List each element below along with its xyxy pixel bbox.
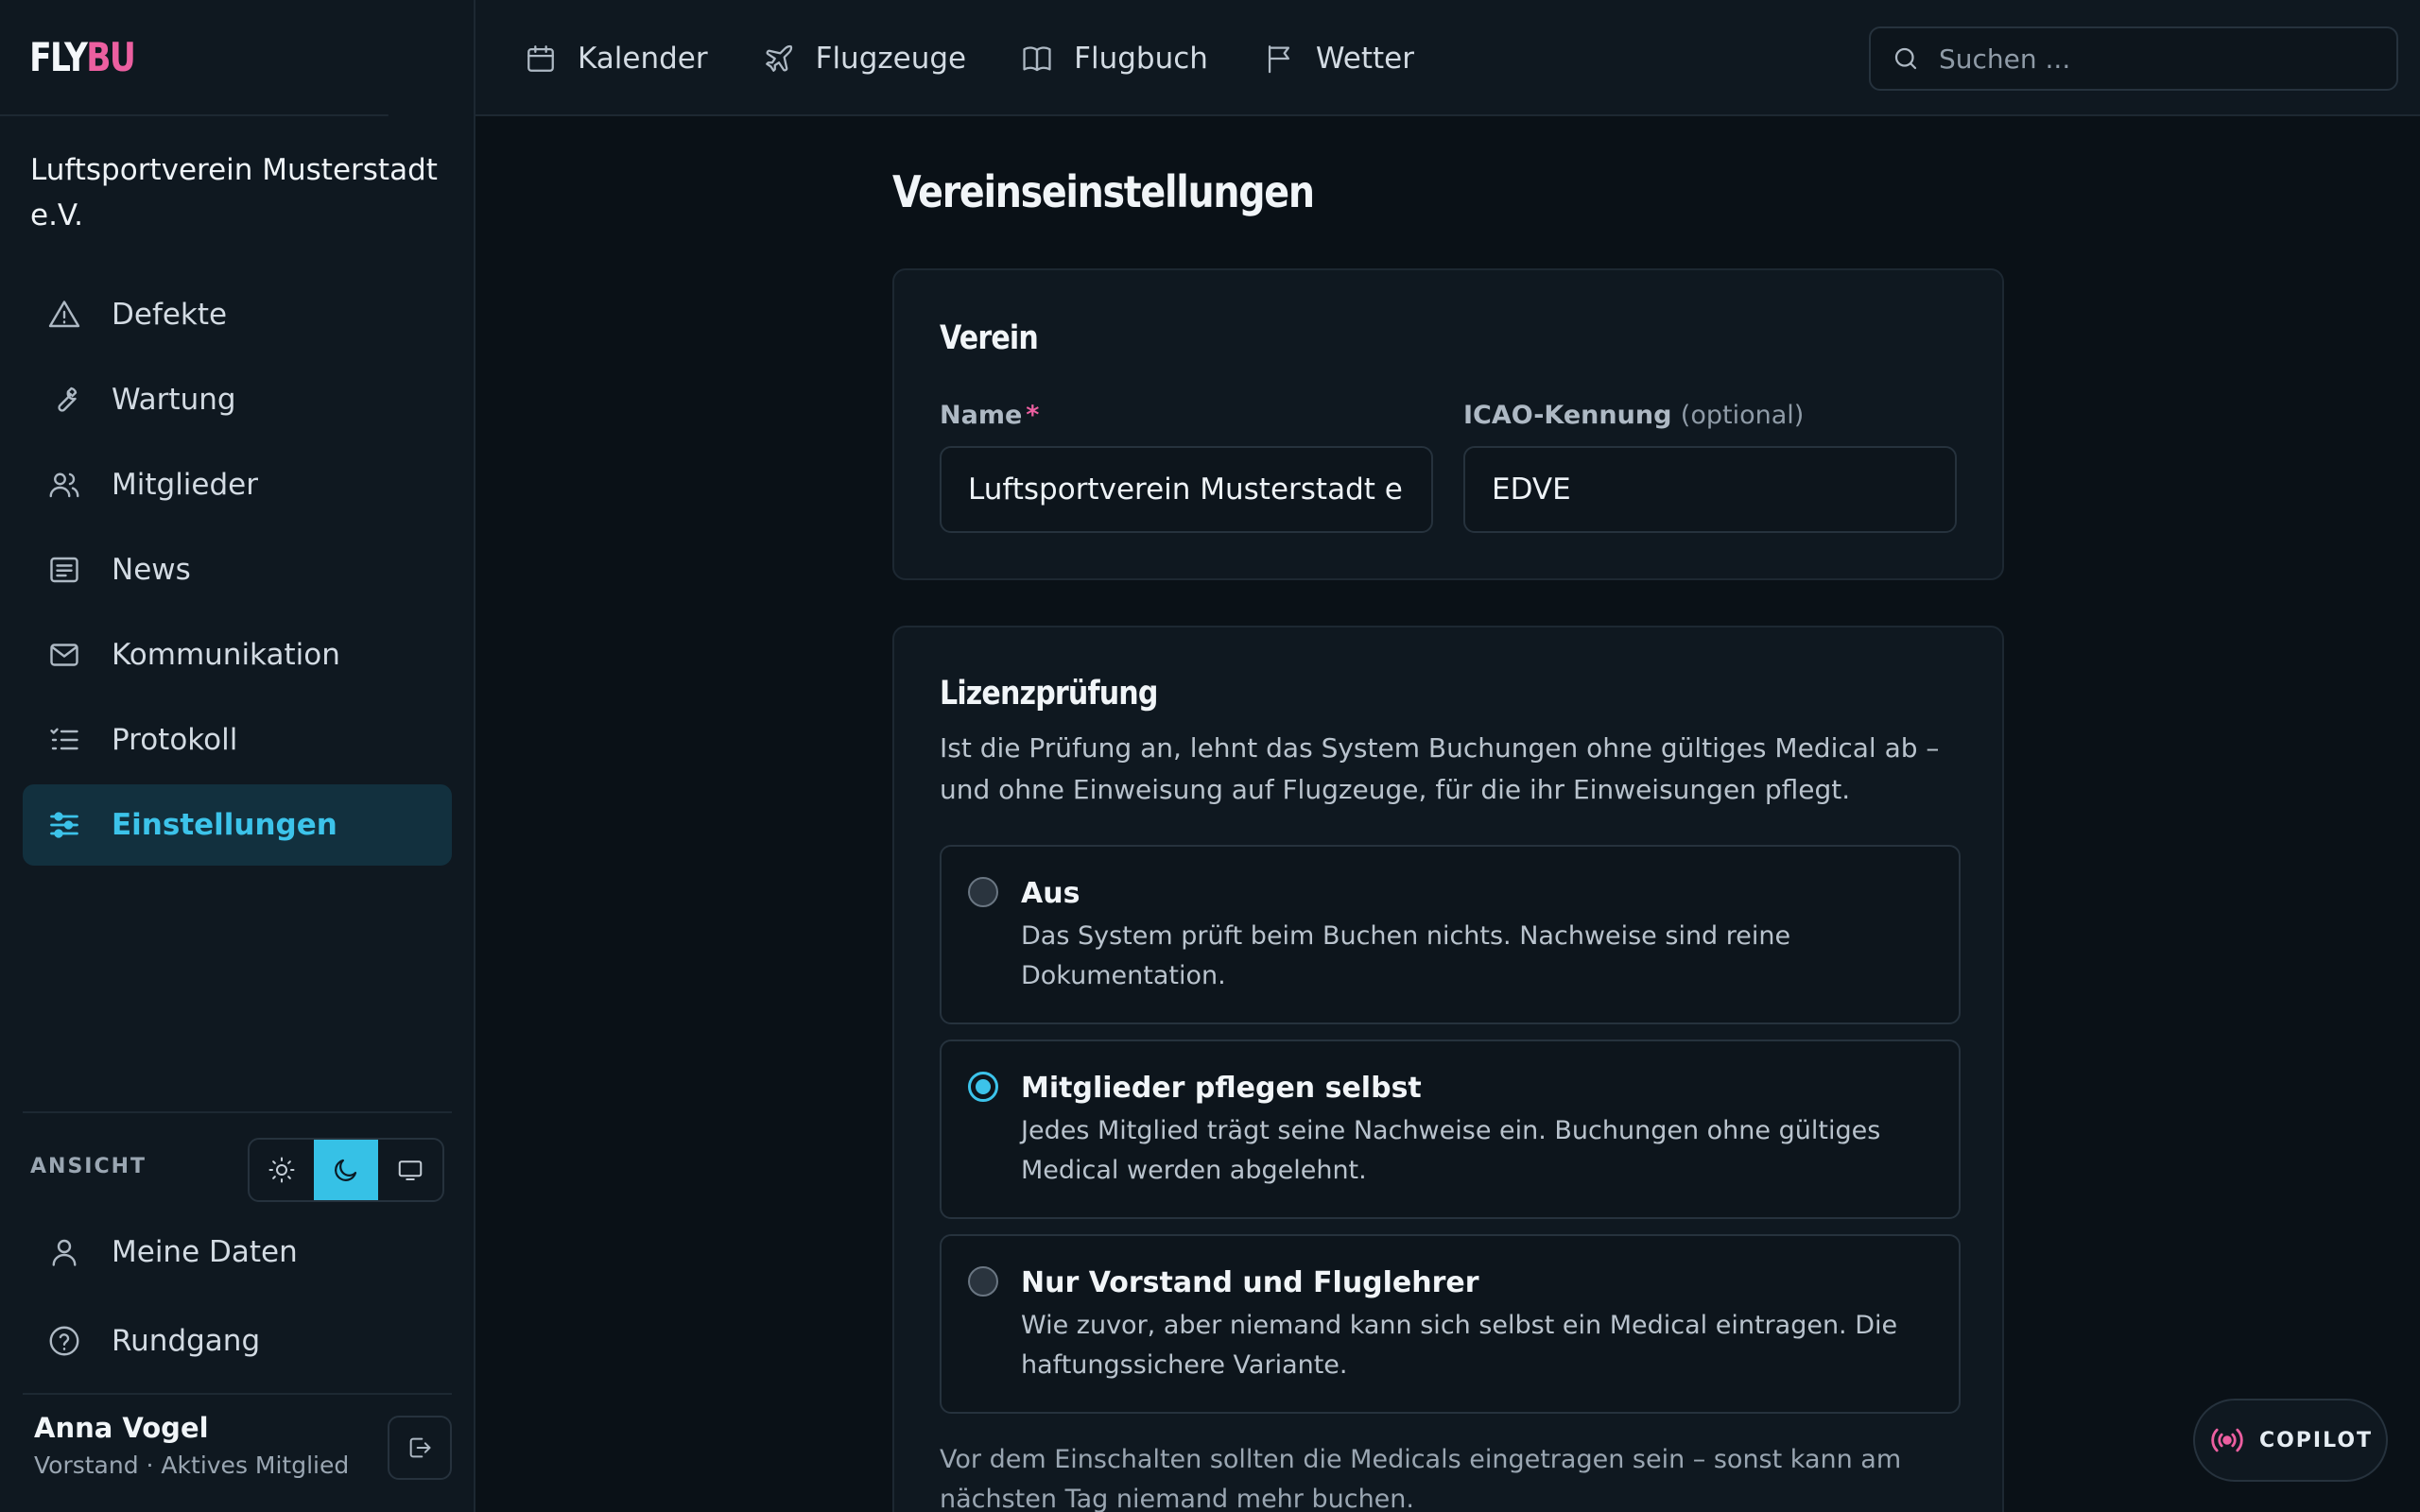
wrench-icon — [47, 383, 81, 417]
sidebar-item-einstellungen[interactable]: Einstellungen — [23, 784, 452, 866]
theme-dark-button[interactable] — [314, 1140, 378, 1200]
sidebar-divider — [23, 1111, 452, 1113]
page-title: Vereinseinstellungen — [892, 166, 1315, 217]
option-description: Jedes Mitglied trägt seine Nachweise ein… — [1021, 1116, 1881, 1185]
sidebar-item-wartung[interactable]: Wartung — [23, 359, 452, 440]
user-name: Anna Vogel — [34, 1412, 209, 1444]
calendar-icon — [525, 43, 557, 75]
sun-icon — [268, 1156, 296, 1184]
icao-code-input[interactable] — [1463, 446, 1957, 533]
club-name-input[interactable] — [940, 446, 1433, 533]
top-nav-kalender[interactable]: Kalender — [525, 42, 708, 76]
top-nav-label: Kalender — [578, 41, 708, 76]
sidebar-item-label: Defekte — [112, 298, 228, 332]
option-description: Wie zuvor, aber niemand kann sich selbst… — [1021, 1311, 1898, 1380]
sidebar-item-label: News — [112, 553, 191, 587]
theme-system-button[interactable] — [378, 1140, 442, 1200]
warning-icon — [47, 298, 81, 332]
sidebar-nav: Defekte Wartung Mitglieder News Kommunik… — [23, 274, 452, 869]
license-option-board-instructors[interactable]: Nur Vorstand und Fluglehrer Wie zuvor, a… — [940, 1234, 1961, 1414]
help-circle-icon — [47, 1324, 81, 1358]
option-description: Das System prüft beim Buchen nichts. Nac… — [1021, 921, 1791, 990]
user-role: Vorstand · Aktives Mitglied — [34, 1452, 350, 1479]
sidebar: FLY BU Luftsportverein Musterstadt e.V. D… — [0, 0, 475, 1512]
license-option-members-self[interactable]: Mitglieder pflegen selbst Jedes Mitglied… — [940, 1040, 1961, 1219]
icao-label-text: ICAO-Kennung — [1463, 401, 1672, 430]
logout-icon — [406, 1435, 433, 1461]
radio-button-checked[interactable] — [968, 1072, 998, 1102]
radio-button[interactable] — [968, 877, 998, 907]
users-icon — [47, 468, 81, 502]
sidebar-item-protokoll[interactable]: Protokoll — [23, 699, 452, 781]
plane-icon — [763, 43, 795, 75]
search-icon — [1892, 44, 1920, 73]
license-description: Ist die Prüfung an, lehnt das System Buc… — [940, 732, 1940, 805]
tour-label: Rundgang — [112, 1324, 261, 1358]
list-icon — [47, 723, 81, 757]
book-icon — [1021, 43, 1053, 75]
sidebar-item-news[interactable]: News — [23, 529, 452, 610]
brand-logo-part-bu: BU — [86, 34, 136, 80]
name-field-label: Name * — [940, 401, 1039, 430]
sidebar-item-label: Mitglieder — [112, 468, 258, 502]
tour-link[interactable]: Rundgang — [23, 1300, 452, 1382]
top-nav-label: Flugbuch — [1074, 41, 1208, 76]
view-section-label: ANSICHT — [30, 1155, 147, 1178]
sidebar-item-label: Wartung — [112, 383, 236, 417]
user-icon — [47, 1235, 81, 1269]
sidebar-item-label: Kommunikation — [112, 638, 340, 672]
search-input[interactable] — [1939, 43, 2374, 75]
copilot-button[interactable]: COPILOT — [2193, 1399, 2388, 1482]
theme-switcher — [248, 1138, 444, 1202]
my-data-label: Meine Daten — [112, 1235, 298, 1269]
option-title: Aus — [1021, 877, 1080, 910]
flag-icon — [1263, 43, 1295, 75]
radio-button[interactable] — [968, 1266, 998, 1297]
top-bar: Kalender Flugzeuge Flugbuch Wetter — [475, 0, 2420, 116]
club-card-title: Verein — [940, 319, 1039, 357]
copilot-label: COPILOT — [2258, 1428, 2374, 1452]
mail-icon — [47, 638, 81, 672]
sidebar-item-label: Einstellungen — [112, 808, 337, 842]
moon-icon — [332, 1156, 360, 1184]
license-option-off[interactable]: Aus Das System prüft beim Buchen nichts.… — [940, 845, 1961, 1024]
sidebar-item-kommunikation[interactable]: Kommunikation — [23, 614, 452, 696]
optional-marker: (optional) — [1680, 401, 1805, 430]
sidebar-item-label: Protokoll — [112, 723, 238, 757]
required-marker: * — [1026, 401, 1040, 430]
icao-field-label: ICAO-Kennung (optional) — [1463, 401, 1804, 430]
license-check-card: Lizenzprüfung Ist die Prüfung an, lehnt … — [892, 626, 2004, 1512]
option-title: Nur Vorstand und Fluglehrer — [1021, 1266, 1479, 1299]
name-label-text: Name — [940, 401, 1023, 430]
top-nav-flugzeuge[interactable]: Flugzeuge — [763, 41, 967, 76]
top-nav-label: Wetter — [1315, 41, 1414, 76]
news-icon — [47, 553, 81, 587]
license-note: Vor dem Einschalten sollten die Medicals… — [940, 1445, 1902, 1512]
top-nav-flugbuch[interactable]: Flugbuch — [1021, 42, 1208, 76]
top-nav-label: Flugzeuge — [815, 41, 967, 76]
brand-logo-part-fly: FLY — [29, 34, 88, 80]
my-data-link[interactable]: Meine Daten — [23, 1211, 452, 1293]
sidebar-item-defekte[interactable]: Defekte — [23, 274, 452, 355]
sidebar-item-mitglieder[interactable]: Mitglieder — [23, 444, 452, 525]
license-card-title: Lizenzprüfung — [940, 675, 1158, 713]
search-box — [1869, 26, 2398, 91]
top-nav: Kalender Flugzeuge Flugbuch Wetter — [525, 0, 1469, 116]
organization-name: Luftsportverein Musterstadt e.V. — [30, 153, 438, 232]
logout-button[interactable] — [388, 1416, 452, 1480]
theme-light-button[interactable] — [250, 1140, 314, 1200]
option-title: Mitglieder pflegen selbst — [1021, 1072, 1422, 1105]
monitor-icon — [396, 1156, 424, 1184]
club-settings-card: Verein Name* ICAO-Kennung (optional) — [892, 268, 2004, 580]
top-nav-wetter[interactable]: Wetter — [1263, 42, 1414, 76]
sliders-icon — [47, 808, 81, 842]
brand-logo[interactable]: FLY BU — [0, 0, 389, 116]
sidebar-divider — [23, 1393, 452, 1395]
broadcast-icon — [2208, 1421, 2246, 1459]
